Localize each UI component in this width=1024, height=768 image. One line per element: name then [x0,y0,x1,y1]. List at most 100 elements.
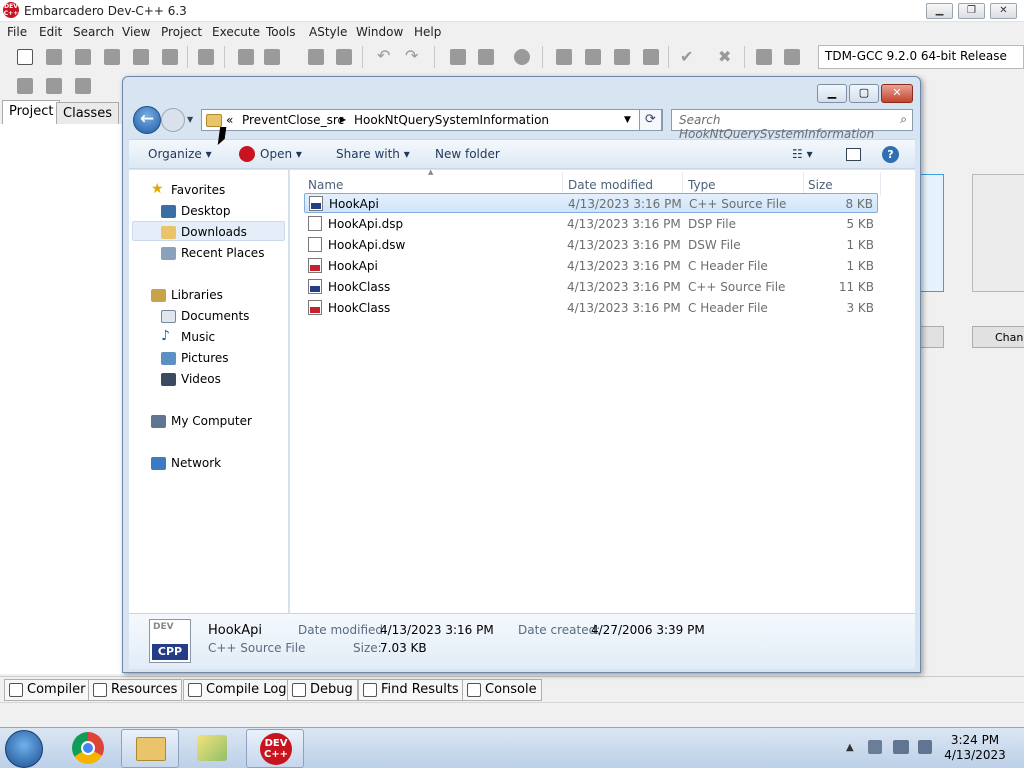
stop-icon[interactable]: ✖ [718,49,734,65]
nav-libraries[interactable]: Libraries [151,288,223,302]
nav-favorites[interactable]: ★ Favorites [151,181,225,197]
goto-bookmark-icon[interactable] [75,78,91,94]
dialog-maximize-button[interactable]: ▢ [849,84,879,103]
column-header-type[interactable]: Type [688,178,716,192]
menu-help[interactable]: Help [414,25,441,39]
devcpp-taskbar-button[interactable]: DEV C++ [246,729,304,768]
menu-view[interactable]: View [122,25,150,39]
toggle-bookmark-icon[interactable] [46,78,62,94]
tab-debug[interactable]: Debug [287,679,358,701]
tab-compile-log[interactable]: Compile Log [183,679,292,701]
search-input[interactable]: Search HookNtQuerySystemInformation ⌕ [671,109,913,141]
tab-resources[interactable]: Resources [88,679,183,701]
menu-file[interactable]: File [7,25,27,39]
new-folder-button[interactable]: New folder [435,147,500,161]
open-button[interactable]: Open ▾ [260,147,302,161]
profile-icon[interactable] [784,49,800,65]
run-icon[interactable] [585,49,601,65]
column-header-name[interactable]: Name [308,178,343,192]
change-button[interactable]: Chang [972,326,1024,348]
notes-app-icon[interactable] [197,735,227,761]
nav-pictures[interactable]: Pictures [161,351,229,365]
app-minimize-button[interactable]: ▁ [926,3,953,19]
compile-run-icon[interactable] [614,49,630,65]
volume-muted-icon[interactable] [918,740,932,754]
redo-icon[interactable]: ↷ [405,48,421,65]
menu-execute[interactable]: Execute [212,25,260,39]
breadcrumb-overflow[interactable]: « [226,113,233,127]
nav-downloads[interactable]: Downloads [161,225,247,239]
breadcrumb-segment[interactable]: HookNtQuerySystemInformation [354,113,549,127]
compiler-select[interactable]: TDM-GCC 9.2.0 64-bit Release [818,45,1024,69]
rebuild-icon[interactable] [643,49,659,65]
insert-icon[interactable] [17,78,33,94]
select-all-icon[interactable] [336,49,352,65]
column-header-date[interactable]: Date modified [568,178,653,192]
forward-button[interactable] [161,108,185,132]
help-icon[interactable]: ? [882,146,899,163]
file-row[interactable]: HookApi.dsp 4/13/2023 3:16 PM DSP File 5 KB [304,214,878,234]
show-hidden-icons[interactable]: ▲ [846,742,854,753]
start-button[interactable] [5,730,43,768]
share-with-button[interactable]: Share with ▾ [336,147,410,161]
find-icon[interactable] [450,49,466,65]
address-bar[interactable]: « PreventClose_src ▶ HookNtQuerySystemIn… [201,109,663,131]
file-row[interactable]: HookClass 4/13/2023 3:16 PM C Header File 3… [304,298,878,318]
undo-icon[interactable]: ↶ [377,48,393,65]
close-file-icon[interactable] [133,49,149,65]
new-file-icon[interactable] [17,49,33,65]
preview-pane-icon[interactable] [846,148,861,161]
nav-network[interactable]: Network [151,456,221,470]
print-icon[interactable] [198,49,214,65]
paste-icon[interactable] [308,49,324,65]
check-syntax-icon[interactable]: ✔ [680,49,696,65]
project-options-icon[interactable] [756,49,772,65]
breadcrumb-separator-icon[interactable]: ▶ [340,115,346,124]
app-close-button[interactable]: ✕ [990,3,1017,19]
nav-videos[interactable]: Videos [161,372,221,386]
copy-icon[interactable] [264,49,280,65]
nav-documents[interactable]: Documents [161,309,249,323]
breadcrumb-segment[interactable]: PreventClose_src [242,113,344,127]
menu-search[interactable]: Search [73,25,114,39]
chrome-icon[interactable] [72,732,104,764]
network-tray-icon[interactable] [893,740,909,754]
tab-console[interactable]: Console [462,679,542,701]
menu-project[interactable]: Project [161,25,202,39]
goto-icon[interactable] [514,49,530,65]
open-file-icon[interactable] [46,49,62,65]
file-row[interactable]: HookApi 4/13/2023 3:16 PM C Header File 1 K… [304,256,878,276]
tab-classes[interactable]: Classes [56,102,119,126]
tab-project[interactable]: Project [2,100,61,124]
compile-icon[interactable] [556,49,572,65]
back-button[interactable]: ← [133,106,161,134]
nav-music[interactable]: ♪ Music [161,328,215,344]
replace-icon[interactable] [478,49,494,65]
menu-astyle[interactable]: AStyle [309,25,347,39]
close-all-icon[interactable] [162,49,178,65]
nav-my-computer[interactable]: My Computer [151,414,252,428]
address-dropdown-icon[interactable]: ▼ [624,115,631,125]
file-row[interactable]: HookApi 4/13/2023 3:16 PM C++ Source File 8… [304,193,878,213]
organize-button[interactable]: Organize ▾ [148,147,212,161]
app-maximize-button[interactable]: ❐ [958,3,985,19]
explorer-taskbar-button[interactable] [121,729,179,768]
tab-find-results[interactable]: Find Results [358,679,464,701]
dialog-minimize-button[interactable]: ▁ [817,84,847,103]
file-row[interactable]: HookApi.dsw 4/13/2023 3:16 PM DSW File 1 KB [304,235,878,255]
refresh-button[interactable]: ⟳ [639,109,662,131]
nav-recent-places[interactable]: Recent Places [161,246,264,260]
file-row[interactable]: HookClass 4/13/2023 3:16 PM C++ Source Fil… [304,277,878,297]
menu-edit[interactable]: Edit [39,25,62,39]
tab-compiler[interactable]: Compiler [4,679,91,701]
column-header-size[interactable]: Size [808,178,833,192]
menu-tools[interactable]: Tools [266,25,296,39]
menu-window[interactable]: Window [356,25,403,39]
save-all-icon[interactable] [104,49,120,65]
cut-icon[interactable] [238,49,254,65]
save-icon[interactable] [75,49,91,65]
action-center-icon[interactable] [868,740,882,754]
clock[interactable]: 3:24 PM 4/13/2023 [940,733,1010,763]
dialog-close-button[interactable]: ✕ [881,84,913,103]
recent-pages-dropdown[interactable]: ▼ [187,115,193,124]
